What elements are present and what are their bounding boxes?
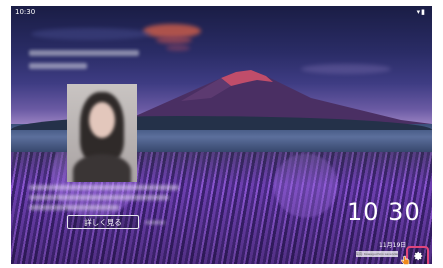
lock-screen: 10:30 ▾▮ 詳しく見る 10 30 11月19日 写真: Kawaguch… [11,6,432,264]
status-bar-icons: ▾▮ [416,8,426,16]
portrait-face [89,102,115,138]
hand-pointer-icon [401,255,410,265]
blurred-description [29,205,119,210]
lockscreen-clock: 10 30 [347,198,421,226]
blurred-portrait-image [67,84,137,182]
lockscreen-date: 11月19日 [379,242,407,249]
blurred-headline [29,63,87,69]
photo-credit: 写真: Kawaguchiko Lavender [356,251,398,257]
learn-more-button[interactable]: 詳しく見る [67,215,139,229]
portrait-shoulders [73,154,131,182]
blurred-description [29,185,179,190]
gear-icon[interactable] [412,250,424,262]
status-bar: 10:30 ▾▮ [11,6,432,18]
blurred-description [29,195,169,200]
status-bar-time: 10:30 [15,8,36,16]
blurred-caption [145,221,165,224]
blurred-headline [29,50,139,56]
tablet-device: 10:30 ▾▮ 詳しく見る 10 30 11月19日 写真: Kawaguch… [0,0,443,268]
